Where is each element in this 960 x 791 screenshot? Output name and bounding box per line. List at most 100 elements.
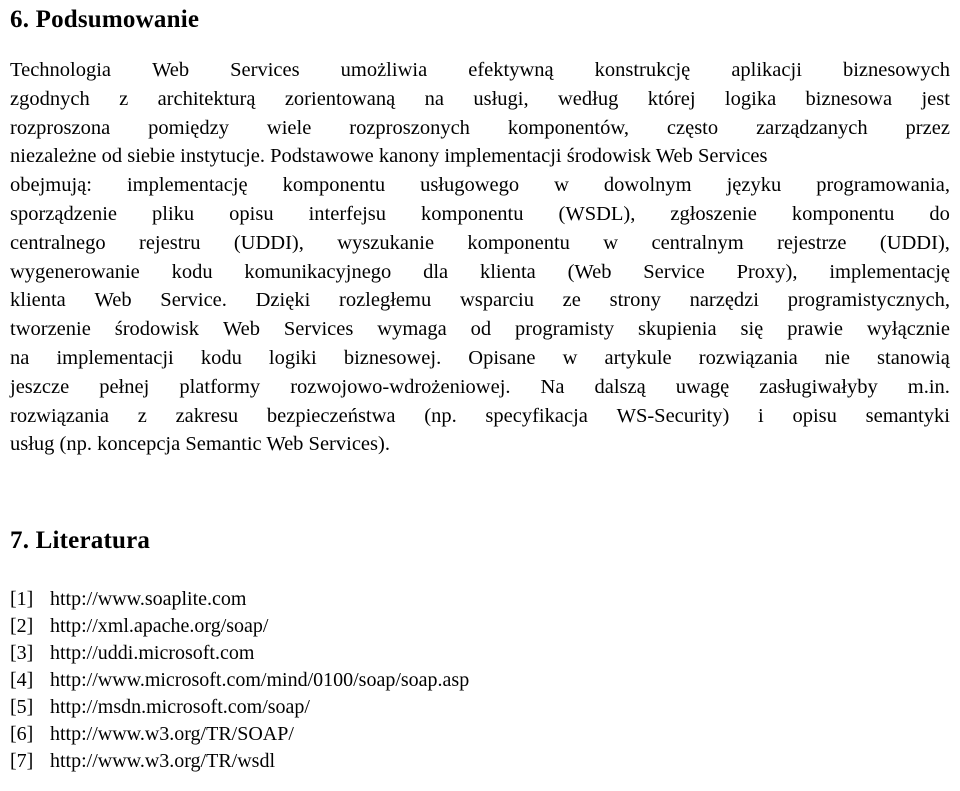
paragraph-word: Service. [160, 289, 227, 312]
summary-paragraph: Technologia Web Services umożliwia efektywną… [10, 56, 950, 459]
paragraph-word: programisty [515, 318, 615, 341]
paragraph-word: biznesowej. [343, 346, 442, 369]
paragraph-line: klienta Web Service. Dzięki rozległemu wsparc… [10, 286, 950, 315]
paragraph-word: obejmują: [10, 174, 92, 197]
paragraph-word: konstrukcję [594, 59, 691, 81]
paragraph-word: opisu [792, 404, 837, 427]
paragraph-word: rozproszona [10, 116, 111, 139]
paragraph-word: zasługiwałyby [759, 375, 878, 398]
paragraph-word: wymaga [377, 318, 447, 341]
paragraph-word: implementację [829, 260, 950, 283]
paragraph-word: strony [609, 289, 661, 312]
paragraph-word: interfejsu [308, 202, 387, 225]
reference-marker: [2] [10, 615, 34, 637]
paragraph-word: usługowego [420, 174, 520, 197]
paragraph-word: implementacji [56, 346, 174, 369]
paragraph-word: rejestrze [777, 231, 847, 254]
reference-url: http://www.w3.org/TR/wsdl [50, 750, 276, 772]
paragraph-word: według [557, 87, 619, 110]
paragraph-word: wsparciu [459, 289, 534, 312]
paragraph-word: semantyki [865, 404, 950, 427]
paragraph-line: Technologia Web Services umożliwia efektywną… [10, 56, 950, 85]
paragraph-word: jest [921, 87, 950, 110]
paragraph-word: komponentu [421, 202, 524, 225]
paragraph-word: środowisk [114, 318, 200, 341]
paragraph-word: Web [94, 289, 132, 312]
paragraph-word: centralnym [651, 231, 744, 254]
reference-marker: [4] [10, 669, 34, 691]
paragraph-word: na [424, 87, 444, 110]
paragraph-word: dowolnym [603, 174, 692, 197]
paragraph-word: implementację [126, 174, 248, 197]
reference-url: http://www.soaplite.com [50, 588, 247, 610]
paragraph-word: wyłącznie [866, 318, 950, 341]
paragraph-word: Service [643, 260, 705, 283]
paragraph-word: której [647, 87, 696, 110]
reference-marker: [1] [10, 588, 34, 610]
reference-url: http://msdn.microsoft.com/soap/ [50, 696, 310, 718]
paragraph-word: bezpieczeństwa [266, 404, 396, 427]
paragraph-word: komponentu [791, 202, 895, 225]
reference-item: [7] http://www.w3.org/TR/wsdl [10, 748, 950, 775]
paragraph-line: rozproszona pomiędzy wiele rozproszonych kom… [10, 114, 950, 143]
paragraph-word: (UDDI), [879, 231, 950, 254]
paragraph-word: komponentów, [507, 116, 629, 139]
literature-heading: 7. Literatura [10, 527, 151, 554]
paragraph-word: Na [540, 375, 565, 398]
paragraph-word: Services [230, 59, 300, 81]
paragraph-word: programistycznych, [787, 289, 950, 312]
reference-item: [4] http://www.microsoft.com/mind/0100/so… [10, 667, 950, 694]
paragraph-word: uwagę [675, 375, 730, 398]
paragraph-word: często [666, 116, 719, 139]
paragraph-word: narzędzi [689, 289, 759, 312]
reference-marker: [6] [10, 723, 34, 745]
paragraph-line: zgodnych z architekturą zorientowaną na usług… [10, 85, 950, 114]
paragraph-word: z [119, 87, 129, 110]
paragraph-word: efektywną [468, 59, 554, 81]
paragraph-word: WS-Security) [616, 404, 730, 427]
paragraph-line: obejmują: implementację komponentu usługowe… [10, 171, 950, 200]
paragraph-word: z [137, 404, 147, 427]
paragraph-word: pomiędzy [148, 116, 229, 139]
paragraph-word: wyszukanie [337, 231, 435, 254]
paragraph-word: m.in. [907, 375, 950, 398]
paragraph-line: rozwiązania z zakresu bezpieczeństwa (np. spe… [10, 402, 950, 431]
paragraph-word: komunikacyjnego [244, 260, 392, 283]
paragraph-line: centralnego rejestru (UDDI), wyszukanie komp… [10, 229, 950, 258]
paragraph-word: zarządzanych [756, 116, 868, 139]
paragraph-word: Proxy), [736, 260, 798, 283]
paragraph-word: kodu [200, 346, 242, 369]
paragraph-word: (UDDI), [233, 231, 304, 254]
paragraph-word: dalszą [594, 375, 646, 398]
paragraph-word: stanowią [877, 346, 950, 369]
paragraph-word: rozwiązania [10, 404, 110, 427]
paragraph-word: klienta [479, 260, 536, 283]
reference-marker: [5] [10, 696, 34, 718]
paragraph-word: języku [726, 174, 782, 197]
paragraph-word: dla [423, 260, 449, 283]
paragraph-word: prawie [787, 318, 843, 341]
paragraph-word: (Web [567, 260, 612, 283]
paragraph-word: w [554, 174, 569, 197]
paragraph-word: usługi, [473, 87, 529, 110]
paragraph-word: klienta [10, 289, 66, 312]
paragraph-word: Dzięki [255, 289, 311, 312]
paragraph-word: wygenerowanie [10, 260, 140, 283]
reference-item: [6] http://www.w3.org/TR/SOAP/ [10, 721, 950, 748]
page-title: 6. Podsumowanie [10, 6, 200, 33]
paragraph-line: niezależne od siebie instytucje. Podstaw… [10, 145, 768, 168]
paragraph-word: Opisane [468, 346, 536, 369]
paragraph-word: Web [222, 318, 260, 341]
paragraph-word: aplikacji [731, 59, 802, 81]
paragraph-word: zgodnych [10, 87, 90, 110]
paragraph-word: kodu [171, 260, 213, 283]
paragraph-word: biznesowa [805, 87, 893, 110]
paragraph-word: Technologia [10, 59, 112, 81]
paragraph-word: logika [724, 87, 777, 110]
paragraph-word: centralnego [10, 231, 106, 254]
paragraph-word: zakresu [175, 404, 239, 427]
reference-item: [1] http://www.soaplite.com [10, 586, 950, 613]
paragraph-word: komponentu [282, 174, 386, 197]
paragraph-word: architekturą [157, 87, 256, 110]
paragraph-word: i [758, 404, 764, 427]
